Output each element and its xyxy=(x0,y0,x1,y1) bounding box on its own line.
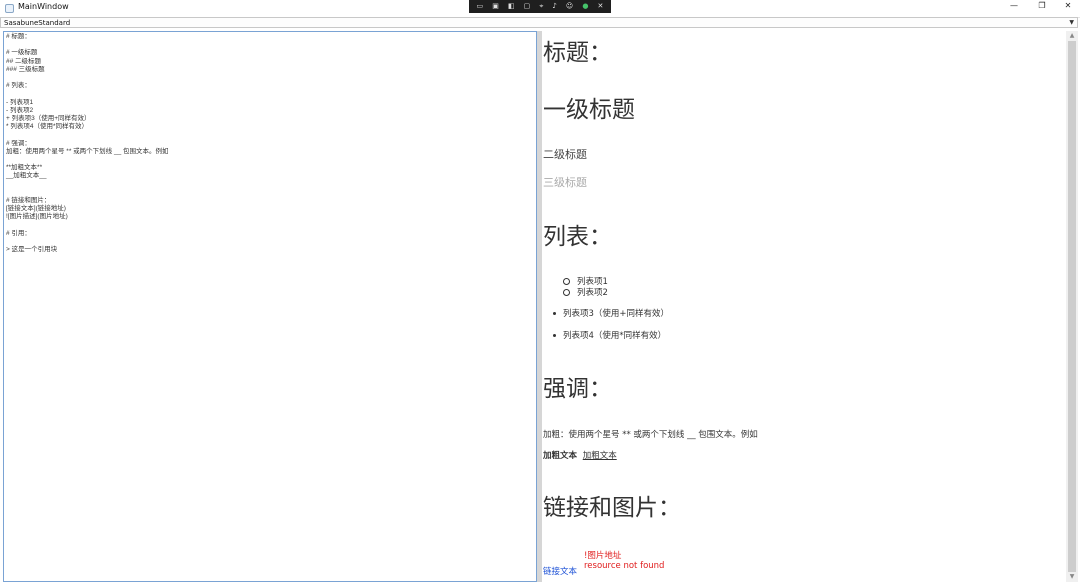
capture-toolbar: ▭ ▣ ◧ ▢ ⌖ ♪ ☺ ● ✕ xyxy=(469,0,611,13)
bullet-circle-icon xyxy=(563,289,570,296)
image-alt-text: !图片地址 xyxy=(584,549,621,561)
preview-heading-level1: 一级标题 xyxy=(543,90,635,124)
preview-heading-emphasis: 强调： xyxy=(543,369,612,403)
mic-icon[interactable]: ♪ xyxy=(552,0,556,13)
camera-icon[interactable]: ▣ xyxy=(492,0,499,13)
screen-record-icon[interactable]: ▭ xyxy=(477,0,484,13)
list-item: 列表项3（使用+同样有效） xyxy=(553,307,669,319)
bullet-circle-icon xyxy=(563,278,570,285)
preview-heading-title: 标题： xyxy=(543,33,612,67)
markdown-preview: 标题： 一级标题 二级标题 三级标题 列表： 列表项1 列表项2 列表项3（使用… xyxy=(542,31,1066,582)
bullet-dot-icon xyxy=(553,312,556,315)
scroll-up-icon[interactable]: ▲ xyxy=(1066,31,1078,41)
accessibility-icon[interactable]: ☺ xyxy=(566,0,573,13)
emphasis-paragraph: 加粗：使用两个星号 ** 或两个下划线 __ 包围文本。例如 xyxy=(543,428,758,440)
close-icon[interactable]: ✕ xyxy=(598,0,604,13)
window-title: MainWindow xyxy=(18,2,69,11)
bold-examples: 加粗文本 加粗文本 xyxy=(543,449,617,461)
scroll-thumb[interactable] xyxy=(1068,41,1076,572)
list-item: 列表项2 xyxy=(563,286,608,298)
preview-scrollbar[interactable]: ▲ ▼ xyxy=(1066,31,1078,582)
preview-heading-list: 列表： xyxy=(543,217,612,251)
bullet-dot-icon xyxy=(553,334,556,337)
region-capture-icon[interactable]: ▢ xyxy=(524,0,531,13)
preview-heading-level2: 二级标题 xyxy=(543,146,587,162)
preview-link[interactable]: 链接文本 xyxy=(543,565,577,577)
bold-text: 加粗文本 xyxy=(543,451,577,461)
pointer-icon[interactable]: ⌖ xyxy=(539,0,543,13)
style-selector-value: SasabuneStandard xyxy=(4,18,70,28)
app-icon xyxy=(5,4,14,13)
editor-content[interactable]: # 标题： # 一级标题 ## 二级标题 ### 三级标题 # 列表： - 列表… xyxy=(6,33,169,254)
title-bar: MainWindow ▭ ▣ ◧ ▢ ⌖ ♪ ☺ ● ✕ — ❐ ✕ xyxy=(0,0,1080,18)
scroll-down-icon[interactable]: ▼ xyxy=(1066,572,1078,582)
minimize-button[interactable]: — xyxy=(1006,1,1022,10)
window-capture-icon[interactable]: ◧ xyxy=(508,0,515,13)
list-item: 列表项4（使用*同样有效） xyxy=(553,329,666,341)
preview-heading-links: 链接和图片： xyxy=(543,488,681,522)
restore-button[interactable]: ❐ xyxy=(1034,1,1050,10)
image-error-text: resource not found xyxy=(584,561,664,571)
style-selector[interactable]: SasabuneStandard ▼ xyxy=(0,17,1078,28)
close-button[interactable]: ✕ xyxy=(1060,1,1076,10)
check-icon[interactable]: ● xyxy=(582,0,588,13)
markdown-editor[interactable]: # 标题： # 一级标题 ## 二级标题 ### 三级标题 # 列表： - 列表… xyxy=(3,31,537,582)
preview-heading-level3: 三级标题 xyxy=(543,174,587,190)
underlined-text: 加粗文本 xyxy=(583,451,617,461)
chevron-down-icon[interactable]: ▼ xyxy=(1069,18,1074,28)
